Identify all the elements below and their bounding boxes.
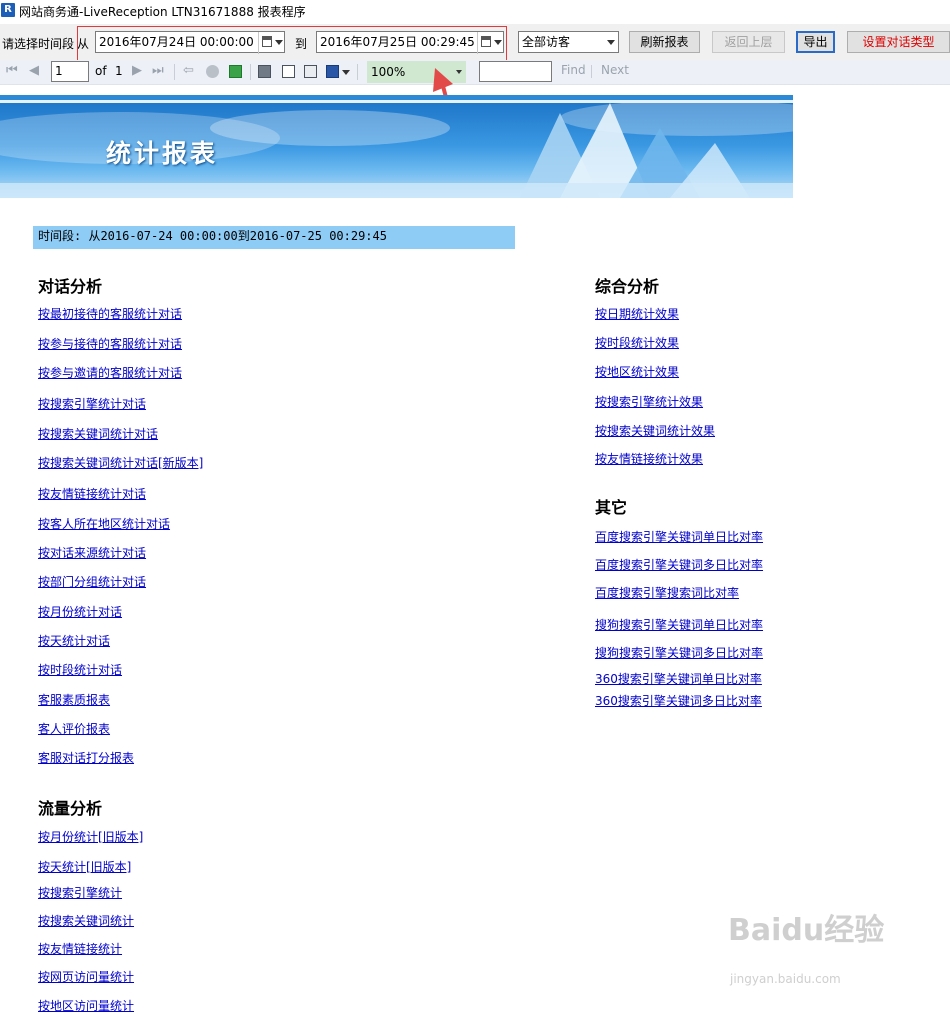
report-link[interactable]: 按部门分组统计对话 <box>38 573 146 590</box>
report-link[interactable]: 按最初接待的客服统计对话 <box>38 305 182 322</box>
next-link[interactable]: Next <box>601 63 629 77</box>
previous-page-icon[interactable]: ◀ <box>29 63 39 78</box>
report-link[interactable]: 客服素质报表 <box>38 691 110 708</box>
report-link[interactable]: 按友情链接统计 <box>38 940 122 957</box>
report-link[interactable]: 按天统计[旧版本] <box>38 858 131 875</box>
report-link[interactable]: 按搜索引擎统计效果 <box>595 393 703 410</box>
report-link[interactable]: 客人评价报表 <box>38 720 110 737</box>
back-button[interactable]: 返回上层 <box>712 31 785 53</box>
toolbar-separator <box>591 65 592 78</box>
report-link[interactable]: 按友情链接统计对话 <box>38 485 146 502</box>
report-link[interactable]: 按网页访问量统计 <box>38 968 134 985</box>
chevron-down-icon <box>607 40 615 45</box>
report-banner: 统计报表 <box>0 103 793 198</box>
report-link[interactable]: 按天统计对话 <box>38 632 110 649</box>
toolbar-separator <box>250 64 251 80</box>
set-dialog-type-button[interactable]: 设置对话类型 <box>847 31 950 53</box>
toolbar-separator <box>174 64 175 80</box>
app-icon: R <box>1 3 15 17</box>
report-link[interactable]: 按搜索关键词统计 <box>38 912 134 929</box>
report-link[interactable]: 按时段统计效果 <box>595 334 679 351</box>
section-title-overall: 综合分析 <box>595 277 660 296</box>
report-link[interactable]: 搜狗搜索引擎关键词单日比对率 <box>595 616 763 633</box>
report-link[interactable]: 搜狗搜索引擎关键词多日比对率 <box>595 644 763 661</box>
report-link[interactable]: 百度搜索引擎关键词单日比对率 <box>595 528 763 545</box>
report-link[interactable]: 按对话来源统计对话 <box>38 544 146 561</box>
first-page-icon[interactable]: ⏮ <box>6 63 18 78</box>
report-link[interactable]: 按搜索引擎统计 <box>38 884 122 901</box>
section-title-traffic: 流量分析 <box>38 799 103 818</box>
report-link[interactable]: 按搜索关键词统计效果 <box>595 422 715 439</box>
watermark-brand: Baidu经验 <box>728 913 885 948</box>
date-range-highlight <box>77 26 507 61</box>
report-link[interactable]: 按参与邀请的客服统计对话 <box>38 364 182 381</box>
report-link[interactable]: 按友情链接统计效果 <box>595 450 703 467</box>
stop-icon[interactable] <box>206 65 219 78</box>
find-link[interactable]: Find <box>561 63 586 77</box>
report-link[interactable]: 按搜索引擎统计对话 <box>38 395 146 412</box>
report-link[interactable]: 按时段统计对话 <box>38 661 122 678</box>
section-title-dialog: 对话分析 <box>38 277 103 296</box>
report-link[interactable]: 按客人所在地区统计对话 <box>38 515 170 532</box>
page-setup-icon[interactable] <box>304 65 317 78</box>
report-link[interactable]: 按参与接待的客服统计对话 <box>38 335 182 352</box>
report-link[interactable]: 按搜索关键词统计对话[新版本] <box>38 454 203 471</box>
section-title-other: 其它 <box>595 498 628 517</box>
next-page-icon[interactable]: ▶ <box>132 63 142 78</box>
of-label: of <box>95 64 107 78</box>
time-period-bar: 时间段: 从2016-07-24 00:00:00到2016-07-25 00:… <box>33 226 515 249</box>
total-pages: 1 <box>115 64 123 78</box>
visitor-type-value: 全部访客 <box>522 35 571 49</box>
report-link[interactable]: 按搜索关键词统计对话 <box>38 425 158 442</box>
report-link[interactable]: 百度搜索引擎搜索词比对率 <box>595 584 739 601</box>
report-link[interactable]: 按月份统计对话 <box>38 603 122 620</box>
print-layout-icon[interactable] <box>282 65 295 78</box>
report-link[interactable]: 按地区访问量统计 <box>38 997 134 1014</box>
report-link[interactable]: 客服对话打分报表 <box>38 749 134 766</box>
report-link[interactable]: 360搜索引擎关键词单日比对率 <box>595 670 762 687</box>
refresh-icon[interactable] <box>229 65 242 78</box>
chevron-down-icon[interactable] <box>342 70 350 75</box>
report-link[interactable]: 百度搜索引擎关键词多日比对率 <box>595 556 763 573</box>
last-page-icon[interactable]: ⏭ <box>152 63 164 78</box>
visitor-type-select[interactable]: 全部访客 <box>518 31 619 53</box>
title-bar: R 网站商务通-LiveReception LTN31671888 报表程序 <box>0 0 950 24</box>
zoom-value: 100% <box>371 65 406 79</box>
report-link[interactable]: 按日期统计效果 <box>595 305 679 322</box>
print-icon[interactable] <box>258 65 271 78</box>
find-input[interactable] <box>479 61 552 82</box>
report-link[interactable]: 按月份统计[旧版本] <box>38 828 143 845</box>
window-title: 网站商务通-LiveReception LTN31671888 报表程序 <box>19 5 306 19</box>
save-icon[interactable] <box>326 65 339 78</box>
refresh-report-button[interactable]: 刷新报表 <box>629 31 700 53</box>
export-button[interactable]: 导出 <box>796 31 835 53</box>
toolbar-separator <box>357 64 358 80</box>
time-range-prompt: 请选择时间段 <box>2 37 75 51</box>
report-link[interactable]: 360搜索引擎关键词多日比对率 <box>595 692 762 709</box>
watermark-url: jingyan.baidu.com <box>730 972 841 986</box>
banner-title: 统计报表 <box>106 139 219 168</box>
report-link[interactable]: 按地区统计效果 <box>595 363 679 380</box>
back-arrow-icon[interactable]: ⇦ <box>183 63 194 78</box>
page-number-input[interactable]: 1 <box>51 61 89 82</box>
